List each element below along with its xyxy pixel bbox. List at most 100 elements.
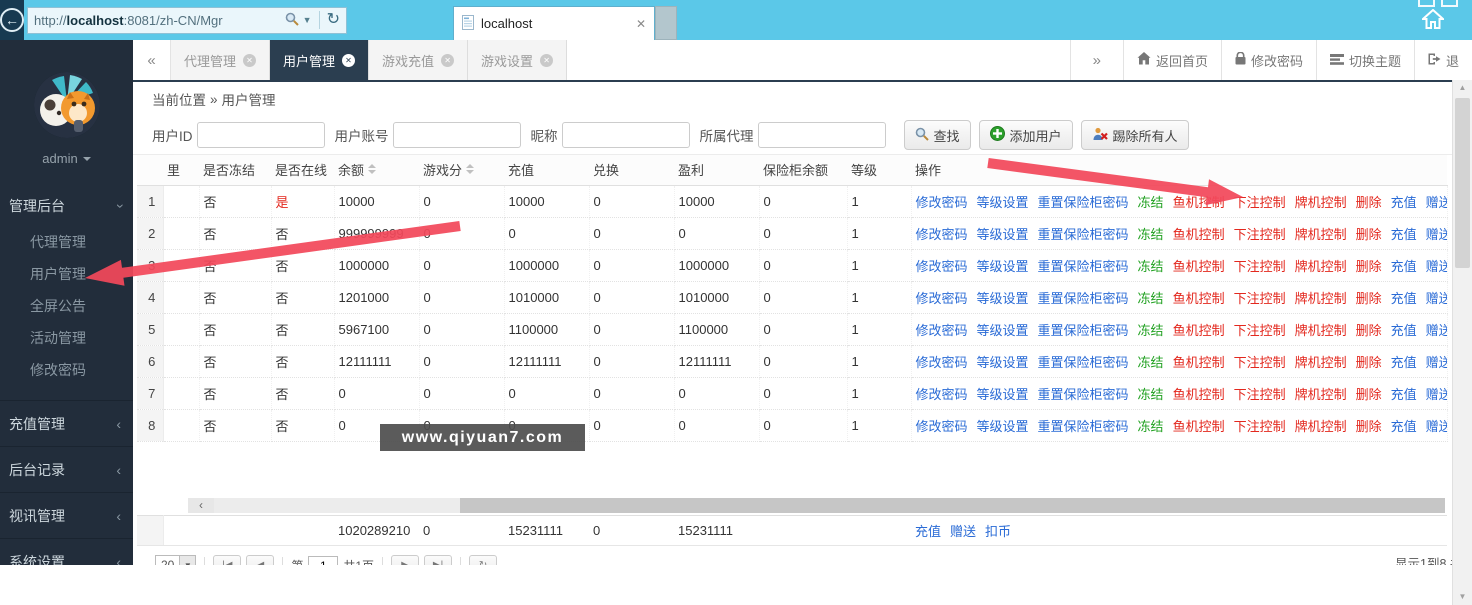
action-link[interactable]: 牌机控制 [1295,419,1347,434]
collapse-tabs-button[interactable]: « [133,40,171,80]
action-link[interactable]: 冻结 [1138,419,1164,434]
action-link[interactable]: 下注控制 [1234,227,1286,242]
scrollbar-track[interactable] [214,498,1445,513]
window-button[interactable] [1441,0,1458,7]
browser-tab[interactable]: localhost ✕ [453,6,655,40]
action-link[interactable]: 删除 [1356,355,1382,370]
action-link[interactable]: 充值 [1391,419,1417,434]
action-link[interactable]: 赠送 [1426,291,1447,306]
page-size-select[interactable]: 20▼ [155,555,196,565]
kick-all-button[interactable]: 踢除所有人 [1081,120,1189,150]
action-link[interactable]: 等级设置 [977,355,1029,370]
action-link[interactable]: 牌机控制 [1295,195,1347,210]
action-link[interactable]: 赠送 [1426,323,1447,338]
action-link[interactable]: 冻结 [1138,195,1164,210]
action-link[interactable]: 鱼机控制 [1173,323,1225,338]
action-link[interactable]: 牌机控制 [1295,259,1347,274]
action-link[interactable]: 等级设置 [977,195,1029,210]
sidebar-group-4[interactable]: 系统设置‹ [0,538,133,565]
window-button[interactable] [1418,0,1435,7]
action-link[interactable]: 鱼机控制 [1173,419,1225,434]
last-page-button[interactable]: ▶| [424,555,452,565]
action-link[interactable]: 赠送 [1426,259,1447,274]
scrollbar-thumb[interactable] [460,498,1445,513]
action-link[interactable]: 删除 [1356,227,1382,242]
action-link[interactable]: 牌机控制 [1295,323,1347,338]
url-bar[interactable]: http://localhost:8081/zh-CN/Mgr ▼ ↻ [27,7,347,34]
action-link[interactable]: 冻结 [1138,387,1164,402]
nav-item[interactable]: 切换主题 [1316,40,1414,80]
action-link[interactable]: 修改密码 [916,355,968,370]
browser-back-button[interactable]: ← [0,0,24,40]
tab[interactable]: 游戏设置✕ [468,40,567,80]
action-link[interactable]: 重置保险柜密码 [1038,227,1129,242]
action-link[interactable]: 修改密码 [916,227,968,242]
action-link[interactable]: 鱼机控制 [1173,355,1225,370]
action-link[interactable]: 删除 [1356,291,1382,306]
tab[interactable]: 用户管理✕ [270,40,369,80]
sort-icon[interactable] [368,164,376,174]
action-link[interactable]: 等级设置 [977,227,1029,242]
sidebar-item[interactable]: 活动管理 [0,322,133,354]
action-link[interactable]: 等级设置 [977,291,1029,306]
action-link[interactable]: 删除 [1356,419,1382,434]
scroll-down-icon[interactable]: ▼ [1453,589,1472,605]
totals-action-link[interactable]: 赠送 [950,524,976,539]
action-link[interactable]: 充值 [1391,291,1417,306]
action-link[interactable]: 等级设置 [977,387,1029,402]
action-link[interactable]: 下注控制 [1234,387,1286,402]
action-link[interactable]: 冻结 [1138,227,1164,242]
sidebar-group-2[interactable]: 后台记录‹ [0,446,133,492]
column-header[interactable]: 游戏分 [419,155,504,185]
nickname-input[interactable] [562,122,690,148]
add-user-button[interactable]: 添加用户 [979,120,1073,150]
action-link[interactable]: 修改密码 [916,419,968,434]
action-link[interactable]: 牌机控制 [1295,291,1347,306]
action-link[interactable]: 下注控制 [1234,291,1286,306]
action-link[interactable]: 冻结 [1138,259,1164,274]
totals-action-link[interactable]: 扣币 [985,524,1011,539]
refresh-icon[interactable]: ↻ [327,12,340,28]
close-icon[interactable]: ✕ [243,54,256,67]
column-header[interactable]: 余额 [334,155,419,185]
action-link[interactable]: 赠送 [1426,419,1447,434]
action-link[interactable]: 赠送 [1426,387,1447,402]
sidebar-item[interactable]: 修改密码 [0,354,133,386]
action-link[interactable]: 充值 [1391,323,1417,338]
nav-item[interactable]: 返回首页 [1123,40,1221,80]
horizontal-scrollbar[interactable]: ‹ [188,498,1445,513]
action-link[interactable]: 赠送 [1426,227,1447,242]
action-link[interactable]: 重置保险柜密码 [1038,291,1129,306]
action-link[interactable]: 充值 [1391,195,1417,210]
scroll-up-icon[interactable]: ▲ [1453,80,1472,96]
action-link[interactable]: 等级设置 [977,419,1029,434]
action-link[interactable]: 修改密码 [916,291,968,306]
action-link[interactable]: 充值 [1391,259,1417,274]
user-id-input[interactable] [197,122,325,148]
nav-item[interactable]: 修改密码 [1221,40,1316,80]
action-link[interactable]: 修改密码 [916,259,968,274]
action-link[interactable]: 鱼机控制 [1173,387,1225,402]
action-link[interactable]: 鱼机控制 [1173,227,1225,242]
search-button[interactable]: 查找 [904,120,971,150]
action-link[interactable]: 下注控制 [1234,355,1286,370]
action-link[interactable]: 充值 [1391,355,1417,370]
action-link[interactable]: 鱼机控制 [1173,259,1225,274]
nav-item[interactable]: 退 [1414,40,1472,80]
sidebar-group-3[interactable]: 视讯管理‹ [0,492,133,538]
action-link[interactable]: 等级设置 [977,259,1029,274]
action-link[interactable]: 删除 [1356,195,1382,210]
action-link[interactable]: 赠送 [1426,355,1447,370]
tab[interactable]: 代理管理✕ [171,40,270,80]
action-link[interactable]: 删除 [1356,259,1382,274]
action-link[interactable]: 重置保险柜密码 [1038,259,1129,274]
action-link[interactable]: 赠送 [1426,195,1447,210]
action-link[interactable]: 下注控制 [1234,323,1286,338]
sidebar-group-1[interactable]: 充值管理‹ [0,400,133,446]
close-icon[interactable]: ✕ [441,54,454,67]
tab-overflow-button[interactable]: » [1070,40,1123,80]
action-link[interactable]: 等级设置 [977,323,1029,338]
home-icon[interactable] [1422,9,1444,32]
next-page-button[interactable]: ▶ [391,555,419,565]
action-link[interactable]: 重置保险柜密码 [1038,355,1129,370]
